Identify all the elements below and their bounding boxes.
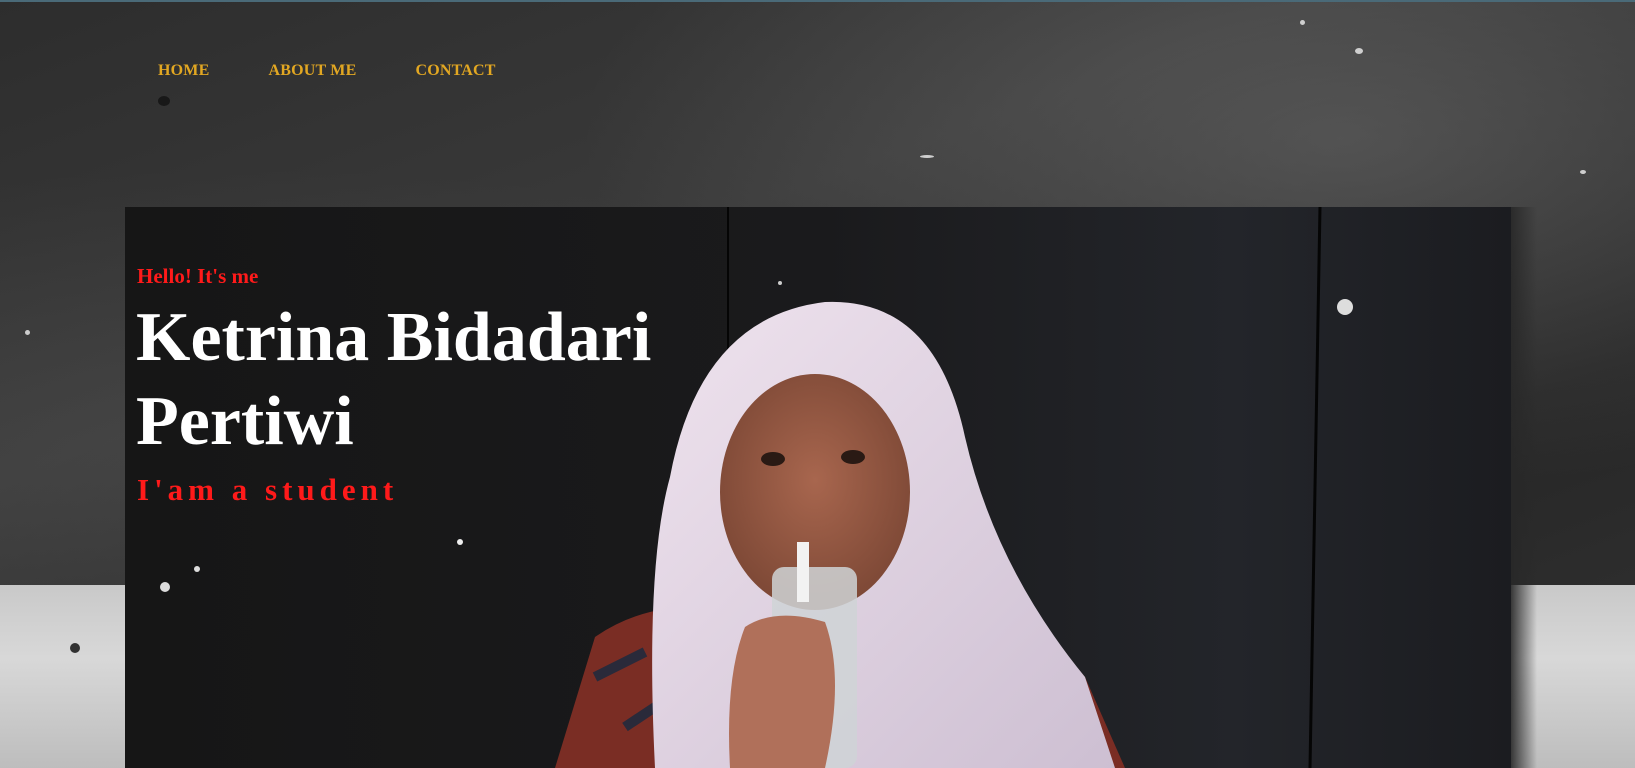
background-speck [25, 330, 30, 335]
hero-greeting: Hello! It's me [137, 264, 259, 288]
nav-link-contact[interactable]: CONTACT [415, 62, 495, 80]
hero-role: I'am a student [137, 472, 399, 507]
background-speck [920, 155, 934, 158]
hero-name: Ketrina Bidadari Pertiwi [136, 299, 652, 460]
nav-link-about-me[interactable]: ABOUT ME [268, 62, 356, 80]
page: HOME ABOUT ME CONTACT Hello! It's me Ket… [0, 0, 1635, 768]
background-speck [158, 96, 170, 106]
background-speck [1355, 48, 1363, 54]
background-speck [70, 643, 80, 653]
hero-card-edge [1511, 207, 1537, 768]
nav-link-home[interactable]: HOME [158, 62, 209, 80]
background-speck [1580, 170, 1586, 174]
main-nav: HOME ABOUT ME CONTACT [158, 62, 555, 80]
background-speck [1300, 20, 1305, 25]
